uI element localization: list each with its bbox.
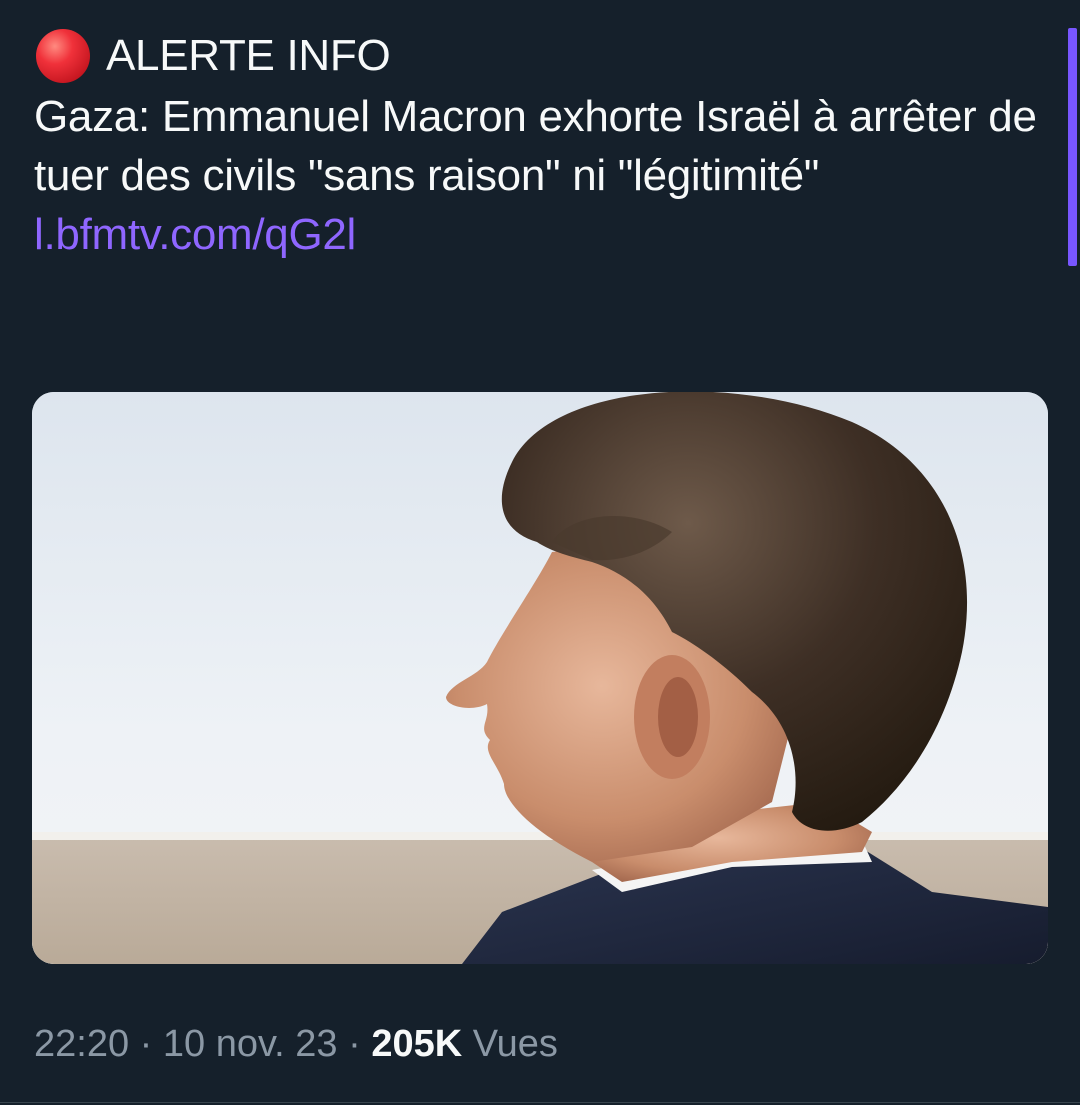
alert-line: ALERTE INFO bbox=[34, 26, 1044, 85]
scroll-indicator[interactable] bbox=[1068, 28, 1077, 266]
red-circle-icon bbox=[36, 28, 90, 83]
media-image[interactable] bbox=[32, 392, 1048, 964]
tweet-text: ALERTE INFO Gaza: Emmanuel Macron exhort… bbox=[34, 26, 1044, 264]
meta-separator: · bbox=[139, 1023, 153, 1065]
headline: Gaza: Emmanuel Macron exhorte Israël à a… bbox=[34, 92, 1037, 200]
meta-separator: · bbox=[348, 1023, 361, 1065]
divider bbox=[0, 1102, 1080, 1103]
tweet-meta: 22:20 · 10 nov. 23 · 205K Vues bbox=[34, 1018, 558, 1070]
article-link[interactable]: l.bfmtv.com/qG2l bbox=[34, 205, 1044, 264]
views-label: Vues bbox=[472, 1023, 558, 1065]
views-count[interactable]: 205K bbox=[371, 1023, 462, 1065]
portrait-photo bbox=[32, 392, 1048, 964]
tweet-date[interactable]: 10 nov. 23 bbox=[163, 1023, 338, 1065]
tweet-time[interactable]: 22:20 bbox=[34, 1023, 129, 1065]
alert-label: ALERTE INFO bbox=[106, 31, 391, 80]
